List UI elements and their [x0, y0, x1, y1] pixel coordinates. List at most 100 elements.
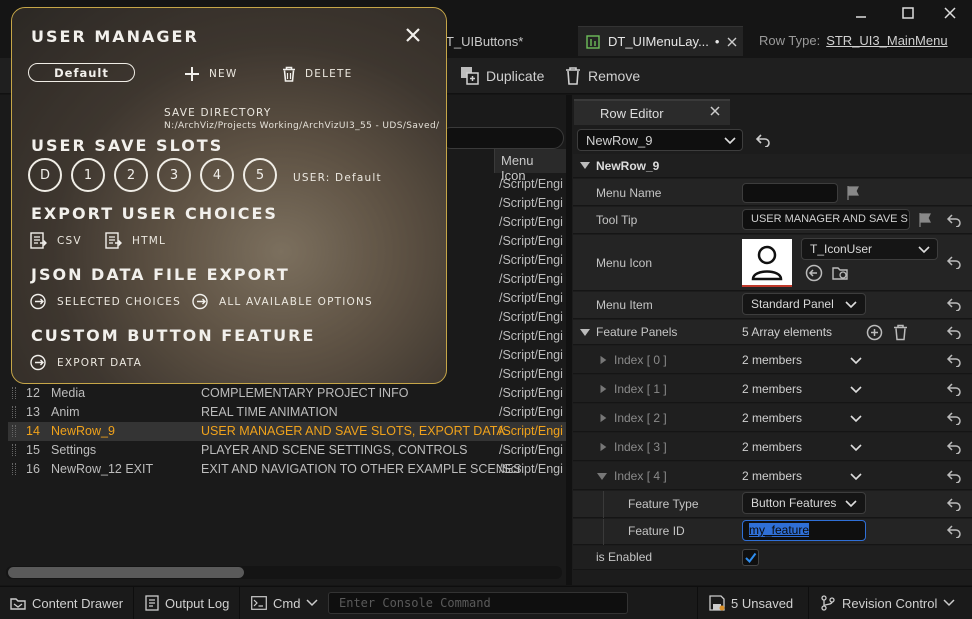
trash-icon[interactable] [893, 324, 908, 341]
reset-to-default-icon[interactable] [946, 213, 962, 227]
content-drawer-button[interactable]: Content Drawer [10, 594, 123, 612]
chevron-down-icon[interactable] [850, 443, 862, 453]
menu-icon-thumbnail[interactable] [742, 239, 792, 287]
row-menu-icon: /Script/Engi [499, 348, 563, 362]
tool-tip-input[interactable]: USER MANAGER AND SAVE S [742, 209, 910, 230]
row-name: Anim [51, 405, 80, 419]
close-icon[interactable] [405, 27, 421, 43]
feature-type-value: Button Features [751, 496, 837, 510]
close-tab-icon[interactable] [727, 37, 737, 47]
section-header-newrow9[interactable]: NewRow_9 [573, 154, 972, 178]
tab-dt-uimenulayout[interactable]: DT_UIMenuLay... • [578, 26, 743, 56]
column-header-menu-icon[interactable]: Menu Icon [494, 149, 566, 183]
array-element-index-1[interactable]: Index [ 1 ] 2 members [573, 375, 972, 403]
horizontal-scrollbar-thumb[interactable] [8, 567, 244, 578]
menu-item-value: Standard Panel [751, 297, 834, 311]
chevron-down-icon[interactable] [850, 356, 862, 366]
cmd-selector[interactable]: Cmd [251, 594, 318, 612]
reset-to-default-icon[interactable] [946, 524, 962, 538]
is-enabled-checkbox[interactable] [742, 549, 759, 566]
menu-icon-asset-dropdown[interactable]: T_IconUser [801, 238, 938, 260]
remove-button[interactable]: Remove [564, 66, 640, 86]
tab-row-editor[interactable]: Row Editor [574, 99, 730, 125]
save-slot-default[interactable]: D [28, 158, 62, 192]
save-slot-2[interactable]: 2 [114, 158, 148, 192]
duplicate-button[interactable]: Duplicate [460, 66, 544, 86]
console-command-input[interactable]: Enter Console Command [328, 592, 628, 614]
chevron-right-icon [600, 413, 607, 423]
array-element-index-3[interactable]: Index [ 3 ] 2 members [573, 433, 972, 461]
table-row[interactable]: 13 Anim REAL TIME ANIMATION /Script/Engi [8, 403, 566, 422]
array-element-index-2[interactable]: Index [ 2 ] 2 members [573, 404, 972, 432]
tab-t-uibuttons[interactable]: T_UIButtons* [446, 26, 576, 56]
chevron-right-icon [600, 442, 607, 452]
save-slot-5[interactable]: 5 [243, 158, 277, 192]
row-type-link[interactable]: STR_UI3_MainMenu [826, 33, 947, 48]
chevron-down-icon[interactable] [850, 385, 862, 395]
delete-user-button[interactable]: DELETE [282, 66, 352, 82]
new-user-button[interactable]: NEW [184, 66, 237, 82]
row-index: 14 [26, 424, 40, 438]
maximize-icon [902, 7, 914, 19]
save-slot-3[interactable]: 3 [157, 158, 191, 192]
reset-to-default-icon[interactable] [946, 497, 962, 511]
csv-label: CSV [57, 234, 82, 247]
row-type-label: Row Type: [759, 33, 821, 48]
export-html-button[interactable]: HTML [105, 232, 166, 249]
chevron-down-icon[interactable] [850, 472, 862, 482]
duplicate-label: Duplicate [486, 68, 545, 84]
tree-guide-line [603, 519, 604, 545]
save-slot-1[interactable]: 1 [71, 158, 105, 192]
table-row[interactable]: 15 Settings PLAYER AND SCENE SETTINGS, C… [8, 441, 566, 460]
reset-to-default-icon[interactable] [946, 469, 962, 483]
save-slot-4[interactable]: 4 [200, 158, 234, 192]
table-row[interactable]: 16 NewRow_12 EXIT EXIT AND NAVIGATION TO… [8, 460, 566, 479]
menu-name-input[interactable] [742, 183, 838, 203]
row-menu-icon: /Script/Engi [499, 310, 563, 324]
maximize-button[interactable] [893, 3, 923, 23]
chevron-down-icon [943, 599, 955, 607]
feature-id-input[interactable]: my_feature [742, 520, 866, 541]
table-row[interactable]: 12 Media COMPLEMENTARY PROJECT INFO /Scr… [8, 384, 566, 403]
browse-asset-icon[interactable] [831, 264, 849, 282]
flag-icon[interactable] [846, 185, 860, 201]
close-window-button[interactable] [935, 3, 965, 23]
cmd-label: Cmd [273, 595, 301, 611]
add-element-icon[interactable] [866, 324, 883, 341]
reset-to-default-icon[interactable] [946, 382, 962, 396]
drag-handle-icon[interactable] [12, 444, 16, 456]
use-selected-asset-icon[interactable] [805, 264, 823, 282]
default-user-button[interactable]: Default [28, 63, 135, 82]
reset-to-default-icon[interactable] [946, 353, 962, 367]
chevron-down-icon[interactable] [850, 414, 862, 424]
drag-handle-icon[interactable] [12, 463, 16, 475]
array-element-index-4[interactable]: Index [ 4 ] 2 members [573, 462, 972, 490]
flag-icon[interactable] [918, 212, 932, 228]
array-element-index-0[interactable]: Index [ 0 ] 2 members [573, 346, 972, 374]
export-csv-button[interactable]: CSV [30, 232, 82, 249]
export-data-button[interactable]: EXPORT DATA [30, 354, 142, 371]
reset-to-default-icon[interactable] [946, 411, 962, 425]
row-select-dropdown[interactable]: NewRow_9 [577, 129, 743, 151]
reset-to-default-icon[interactable] [946, 255, 962, 269]
minimize-button[interactable] [846, 3, 876, 23]
reset-to-default-icon[interactable] [946, 440, 962, 454]
feature-type-dropdown[interactable]: Button Features [742, 492, 866, 514]
menu-item-dropdown[interactable]: Standard Panel [742, 293, 866, 315]
row-menu-icon: /Script/Engi [499, 405, 563, 419]
back-arrow-icon[interactable] [755, 133, 771, 147]
export-selected-choices-button[interactable]: SELECTED CHOICES [30, 293, 181, 310]
table-row-selected[interactable]: 14 NewRow_9 USER MANAGER AND SAVE SLOTS,… [8, 422, 566, 441]
drag-handle-icon[interactable] [12, 425, 16, 437]
drag-handle-icon[interactable] [12, 387, 16, 399]
export-all-options-button[interactable]: ALL AVAILABLE OPTIONS [192, 293, 373, 310]
revision-control-button[interactable]: Revision Control [820, 594, 955, 612]
reset-to-default-icon[interactable] [946, 325, 962, 339]
drag-handle-icon[interactable] [12, 406, 16, 418]
reset-to-default-icon[interactable] [946, 297, 962, 311]
output-log-button[interactable]: Output Log [145, 594, 229, 612]
close-row-editor-icon[interactable] [708, 104, 722, 118]
row-name: NewRow_12 EXIT [51, 462, 154, 476]
table-search-input[interactable] [440, 127, 564, 149]
unsaved-button[interactable]: 5 Unsaved [709, 594, 793, 612]
